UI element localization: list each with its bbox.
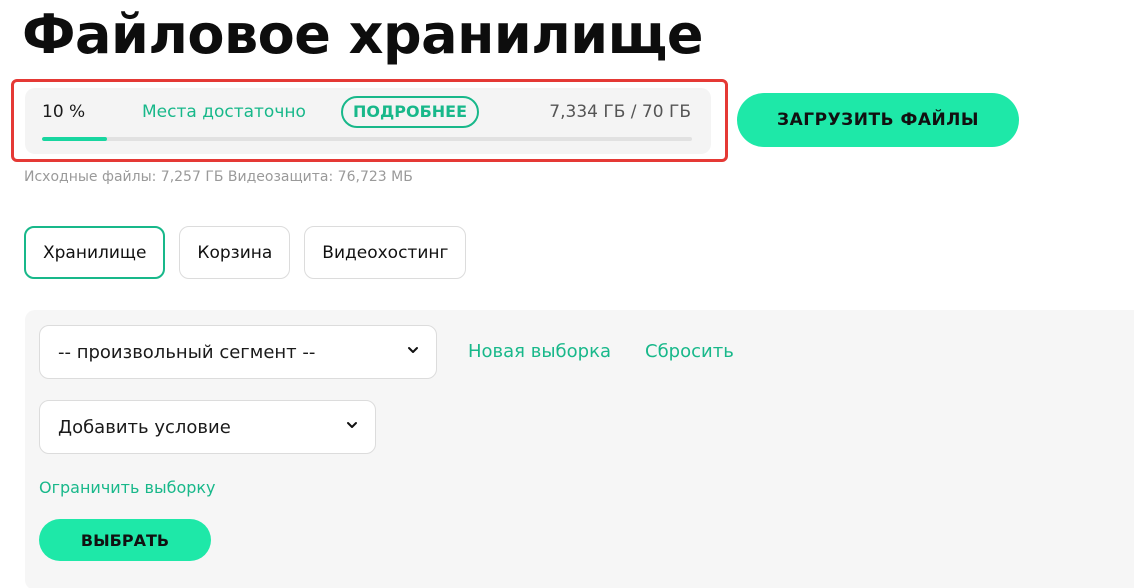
choose-button[interactable]: ВЫБРАТЬ: [39, 519, 211, 561]
new-selection-link[interactable]: Новая выборка: [468, 341, 611, 362]
storage-tabs: Хранилище Корзина Видеохостинг: [24, 226, 467, 279]
highlight-box: [11, 79, 728, 162]
condition-select[interactable]: Добавить условие: [39, 400, 376, 454]
tab-storage[interactable]: Хранилище: [24, 226, 166, 279]
reset-link[interactable]: Сбросить: [645, 341, 734, 362]
segment-select-value: -- произвольный сегмент --: [58, 341, 316, 363]
chevron-down-icon: [347, 422, 357, 428]
upload-files-button[interactable]: ЗАГРУЗИТЬ ФАЙЛЫ: [737, 93, 1019, 147]
tab-video-hosting[interactable]: Видеохостинг: [304, 226, 467, 279]
condition-select-value: Добавить условие: [58, 416, 231, 438]
filter-panel: -- произвольный сегмент -- Новая выборка…: [25, 310, 1134, 588]
segment-select[interactable]: -- произвольный сегмент --: [39, 325, 437, 379]
storage-details: Исходные файлы: 7,257 ГБ Видеозащита: 76…: [24, 169, 413, 185]
limit-selection-link[interactable]: Ограничить выборку: [39, 478, 216, 497]
page-title: Файловое хранилище: [22, 3, 703, 66]
chevron-down-icon: [408, 347, 418, 353]
tab-trash[interactable]: Корзина: [179, 226, 291, 279]
